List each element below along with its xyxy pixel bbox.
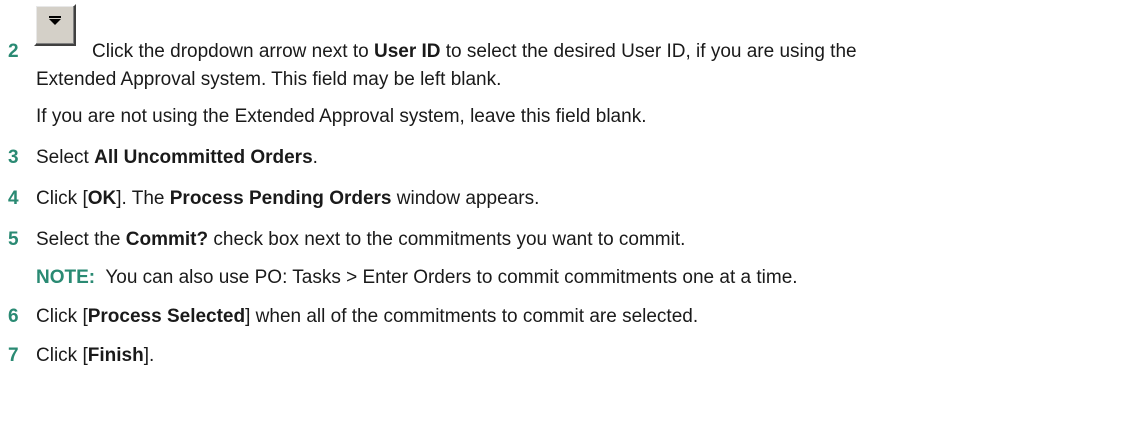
note-label: NOTE: <box>36 267 96 288</box>
step-text: Select the Commit? check box next to the… <box>36 229 686 250</box>
note-text: You can also use PO: Tasks > Enter Order… <box>95 267 798 288</box>
step-number: 3 <box>8 147 19 168</box>
step-text: Select All Uncommitted Orders. <box>36 147 318 168</box>
step-number: 5 <box>8 229 19 250</box>
procedure-steps: 2 Click the dropdown arrow next to User … <box>0 0 1139 429</box>
dropdown-bar-icon <box>49 16 61 18</box>
step-number: 2 <box>8 41 19 62</box>
step-number: 4 <box>8 188 19 209</box>
step-number: 7 <box>8 345 19 366</box>
step-number: 6 <box>8 306 19 327</box>
step-text: Click [OK]. The Process Pending Orders w… <box>36 188 540 209</box>
step-text: Click [Finish]. <box>36 345 155 366</box>
dropdown-arrow-button[interactable] <box>34 4 76 46</box>
chevron-down-icon <box>49 19 61 25</box>
step-text: Click the dropdown arrow next to User ID… <box>92 41 857 62</box>
step-text: Click [Process Selected] when all of the… <box>36 306 699 327</box>
